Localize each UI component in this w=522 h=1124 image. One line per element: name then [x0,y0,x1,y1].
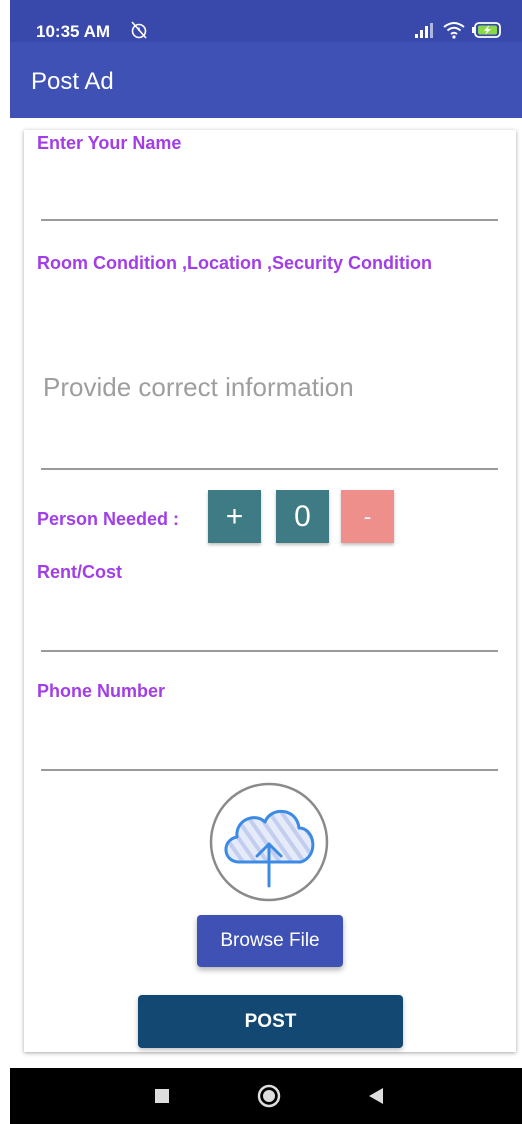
description-label: Room Condition ,Location ,Security Condi… [37,253,432,273]
wifi-icon [443,22,465,39]
person-count: 0 [276,490,329,543]
post-button[interactable]: POST [138,995,403,1048]
person-needed-label: Person Needed : [37,509,180,529]
status-time: 10:35 AM [36,22,111,41]
browse-file-button[interactable]: Browse File [197,915,343,967]
phone-label: Phone Number [37,681,166,701]
description-input[interactable]: Provide correct information [41,280,498,470]
description-input-underline [41,468,498,470]
name-input-underline [41,219,498,221]
status-bar: 10:35 AM [10,0,522,42]
home-circle-icon[interactable] [257,1084,281,1108]
rent-label: Rent/Cost [37,562,122,582]
status-icons [414,20,502,40]
rent-input[interactable] [41,590,498,652]
signal-icon [415,23,433,38]
rent-input-underline [41,650,498,652]
name-input[interactable] [41,160,498,222]
battery-charging-icon [472,22,501,38]
navigation-bar [10,1068,522,1124]
post-ad-form-card: Enter Your Name Room Condition ,Location… [24,130,516,1052]
cloud-upload-icon[interactable] [209,782,329,902]
back-triangle-icon[interactable] [367,1087,385,1105]
name-label: Enter Your Name [37,133,182,153]
phone-input-underline [41,769,498,771]
page-title: Post Ad [31,68,114,95]
post-ad-screen: 10:35 AM Post Ad Enter Your Name Room Co… [0,0,522,1124]
decrement-person-button[interactable]: - [341,490,394,543]
phone-input[interactable] [41,708,498,770]
alarm-off-icon [131,21,147,39]
description-placeholder: Provide correct information [43,372,354,402]
recents-square-icon[interactable] [154,1088,170,1104]
increment-person-button[interactable]: + [208,490,261,543]
app-bar: Post Ad [10,42,522,118]
